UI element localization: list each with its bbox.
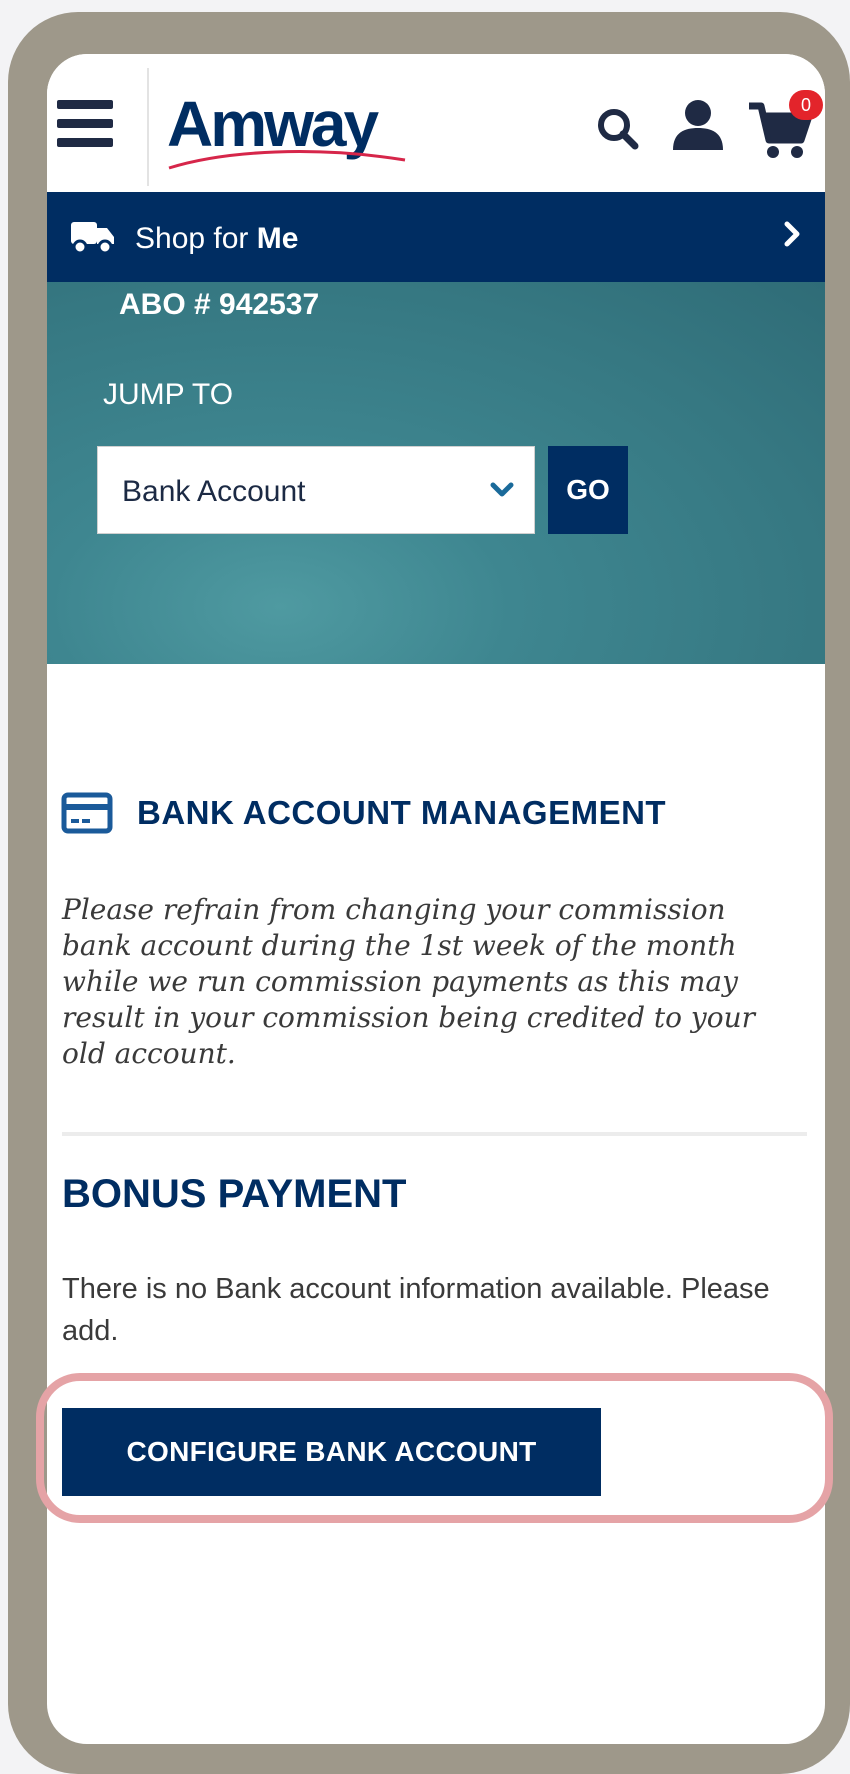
bank-account-management-header: BANK ACCOUNT MANAGEMENT: [61, 790, 801, 840]
account-hero: ABO # 942537 JUMP TO Bank Account GO: [47, 282, 825, 664]
amway-logo[interactable]: Amway: [167, 92, 407, 172]
user-icon[interactable]: [671, 98, 725, 152]
jump-to-label: JUMP TO: [103, 378, 234, 411]
site-header: Amway 0: [47, 54, 825, 192]
search-icon[interactable]: [595, 106, 641, 152]
shop-for-bar[interactable]: Shop for Me: [47, 192, 825, 282]
jump-to-selected-value: Bank Account: [122, 475, 306, 508]
bonus-payment-title: BONUS PAYMENT: [62, 1172, 407, 1216]
credit-card-icon: [61, 792, 113, 834]
no-account-message: There is no Bank account information ava…: [62, 1273, 770, 1347]
menu-icon[interactable]: [57, 100, 113, 150]
jump-to-select[interactable]: Bank Account: [97, 446, 535, 534]
shop-for-prefix: Shop for: [135, 222, 257, 255]
commission-notice: Please refrain from changing your commis…: [62, 893, 755, 1070]
cart-count-badge: 0: [789, 90, 823, 120]
shop-for-target: Me: [256, 222, 299, 255]
truck-icon: [71, 222, 114, 254]
go-button[interactable]: GO: [548, 446, 628, 534]
shop-for-label: Shop for Me: [135, 222, 298, 256]
bank-account-management-title: BANK ACCOUNT MANAGEMENT: [137, 794, 667, 831]
chevron-right-icon[interactable]: [783, 220, 801, 248]
chevron-down-icon: [490, 482, 514, 497]
abo-number: ABO # 942537: [119, 288, 320, 321]
highlight-outline: [36, 1373, 833, 1523]
header-divider: [147, 68, 149, 186]
logo-swoosh: [168, 150, 406, 170]
section-divider: [62, 1132, 807, 1136]
